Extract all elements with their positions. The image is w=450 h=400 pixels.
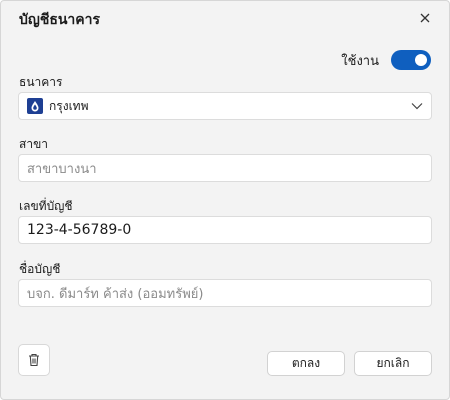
dialog-title: บัญชีธนาคาร [19, 12, 101, 28]
account-number-label: เลขที่บัญชี [19, 199, 73, 213]
trash-icon [29, 353, 39, 367]
account-number-input[interactable]: 123-4-56789-0 [18, 216, 432, 244]
close-button[interactable] [413, 7, 437, 29]
status-toggle[interactable] [391, 50, 431, 70]
bank-selected-label: กรุงเทพ [49, 98, 89, 113]
toggle-knob [415, 54, 427, 66]
account-name-label: ชื่อบัญชี [19, 262, 61, 276]
bank-logo-icon [27, 98, 43, 114]
branch-label: สาขา [19, 137, 49, 151]
close-icon [420, 13, 430, 23]
delete-button[interactable] [18, 344, 50, 376]
status-row: ใช้งาน [341, 49, 431, 71]
branch-input[interactable]: สาขาบางนา [18, 154, 432, 182]
bank-select[interactable]: กรุงเทพ [18, 92, 432, 120]
branch-placeholder: สาขาบางนา [27, 161, 97, 177]
account-name-placeholder: บจก. ดีมาร์ท ค้าส่ง (ออมทรัพย์) [27, 286, 204, 302]
status-label: ใช้งาน [341, 53, 379, 69]
bank-label: ธนาคาร [19, 75, 63, 89]
bank-account-dialog: บัญชีธนาคาร ใช้งาน ธนาคาร กรุงเทพ สาขา ส… [0, 0, 450, 400]
account-name-input[interactable]: บจก. ดีมาร์ท ค้าส่ง (ออมทรัพย์) [18, 279, 432, 307]
account-number-value: 123-4-56789-0 [27, 222, 132, 238]
bank-selected: กรุงเทพ [27, 97, 89, 116]
chevron-down-icon [411, 103, 423, 110]
cancel-button[interactable]: ยกเลิก [354, 351, 432, 376]
ok-button[interactable]: ตกลง [267, 351, 345, 376]
